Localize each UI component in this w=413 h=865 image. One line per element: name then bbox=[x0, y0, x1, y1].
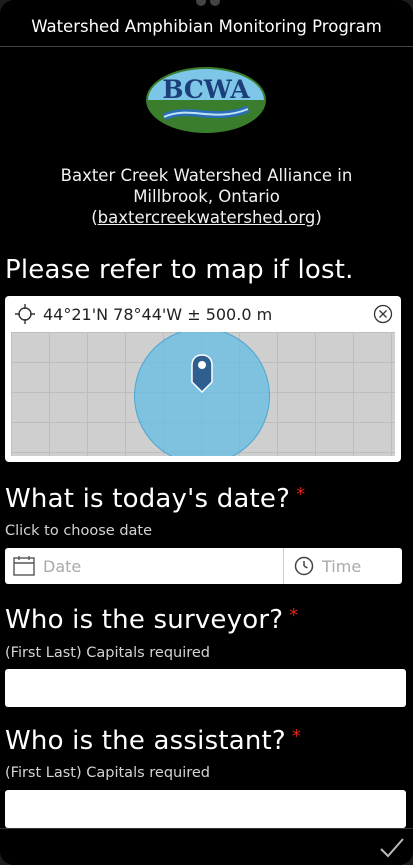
assistant-hint: (First Last) Capitals required bbox=[5, 765, 211, 781]
time-placeholder: Time bbox=[322, 556, 362, 576]
coordinates-row: 44°21'N 78°44'W ± 500.0 m bbox=[15, 304, 272, 324]
calendar-icon bbox=[13, 556, 35, 576]
assistant-question-text: Who is the assistant? bbox=[5, 726, 286, 756]
logo-text: BCWA bbox=[162, 75, 250, 104]
coordinates-text: 44°21'N 78°44'W ± 500.0 m bbox=[43, 304, 273, 324]
surveyor-question-text: Who is the surveyor? bbox=[5, 605, 284, 635]
org-link-line: (baxtercreekwatershed.org) bbox=[91, 208, 322, 227]
device-notch bbox=[196, 0, 222, 6]
map-view[interactable] bbox=[11, 332, 395, 456]
required-marker: * bbox=[289, 605, 299, 626]
required-marker: * bbox=[291, 726, 302, 747]
clock-icon bbox=[294, 556, 314, 576]
crosshair-icon bbox=[15, 304, 35, 324]
checkmark-icon[interactable] bbox=[379, 835, 405, 861]
org-location-line: Millbrook, Ontario bbox=[133, 187, 280, 206]
date-question-text: What is today's date? bbox=[5, 484, 291, 514]
organization-info: Baxter Creek Watershed Alliance in Millb… bbox=[0, 165, 413, 228]
location-pin-icon bbox=[191, 354, 213, 394]
assistant-input[interactable] bbox=[5, 790, 406, 828]
surveyor-input[interactable] bbox=[5, 669, 406, 707]
date-hint: Click to choose date bbox=[5, 523, 153, 539]
date-field[interactable]: Date bbox=[5, 548, 284, 584]
assistant-question: Who is the assistant? * bbox=[5, 726, 301, 756]
map-question: Please refer to map if lost. bbox=[5, 255, 354, 285]
form-footer bbox=[0, 828, 413, 865]
required-marker: * bbox=[296, 484, 306, 505]
time-field[interactable]: Time bbox=[284, 548, 402, 584]
org-website-link[interactable]: baxtercreekwatershed.org bbox=[98, 208, 316, 227]
date-placeholder: Date bbox=[43, 556, 82, 576]
surveyor-question: Who is the surveyor? * bbox=[5, 605, 298, 635]
clear-icon[interactable] bbox=[373, 304, 393, 324]
date-time-input: Date Time bbox=[5, 548, 402, 584]
org-name-line: Baxter Creek Watershed Alliance in bbox=[60, 166, 353, 185]
bcwa-logo: BCWA bbox=[146, 67, 266, 133]
location-map-card[interactable]: 44°21'N 78°44'W ± 500.0 m bbox=[5, 296, 401, 462]
accuracy-circle bbox=[134, 332, 270, 456]
form-scroll-area[interactable]: BCWA Baxter Creek Watershed Alliance in … bbox=[0, 47, 413, 828]
form-title: Watershed Amphibian Monitoring Program bbox=[0, 8, 413, 47]
surveyor-hint: (First Last) Capitals required bbox=[5, 645, 211, 661]
app-frame: Watershed Amphibian Monitoring Program B… bbox=[0, 0, 413, 865]
date-question: What is today's date? * bbox=[5, 484, 305, 514]
